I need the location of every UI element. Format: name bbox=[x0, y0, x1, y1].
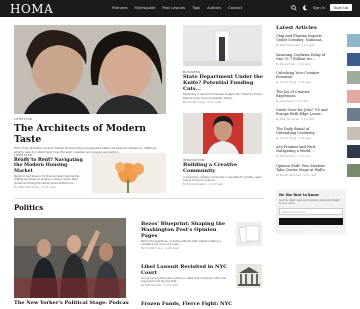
side-article-2-excerpt: A supportive creative community is essen… bbox=[183, 175, 262, 182]
latest-article-meta: By Nicolai Fernandez · 4 min read bbox=[276, 173, 317, 177]
latest-article-thumbnail[interactable] bbox=[347, 89, 360, 103]
side-article-1-title[interactable]: State Department Under the Knife? Potent… bbox=[183, 74, 263, 92]
politics-article-b-title[interactable]: Libel Lawsuit Revisited in NYC Court bbox=[141, 264, 231, 276]
side-article-2-image[interactable] bbox=[183, 113, 262, 154]
latest-article-meta: By Harriet Young · 4 min read bbox=[276, 136, 312, 140]
nav-item-authors[interactable]: Authors bbox=[207, 6, 221, 10]
latest-article-item[interactable]: Samsung Confirms Delay of One UI 7 Rollo… bbox=[276, 52, 360, 68]
site-logo[interactable]: HOMA bbox=[10, 2, 53, 16]
newsletter-email-placeholder: Enter email address bbox=[282, 210, 306, 214]
hero-title[interactable]: The Architects of Modern Taste bbox=[14, 123, 166, 145]
top-nav-bar: HOMA Features Stylesguide Post Layouts T… bbox=[0, 0, 360, 17]
latest-article-thumbnail[interactable] bbox=[347, 126, 360, 140]
sign-in-link[interactable]: Sign in bbox=[313, 6, 325, 10]
latest-articles-heading: Latest Articles bbox=[276, 25, 317, 31]
politics-article-b: Libel Lawsuit Revisited in NYC Court A l… bbox=[141, 264, 231, 287]
small-article-image[interactable] bbox=[92, 153, 166, 193]
side-article-1-meta: By Harriet Young · 4 min read bbox=[183, 100, 222, 104]
latest-article-thumbnail[interactable] bbox=[347, 145, 360, 158]
side-article-2-title[interactable]: Building a Creative Community bbox=[183, 162, 263, 175]
small-article-category[interactable]: LIFESTYLE bbox=[14, 153, 86, 157]
politics-heading: Politics bbox=[14, 203, 44, 212]
politics-article-a-meta: By Harriet Young · 4 min read bbox=[141, 247, 180, 251]
politics-crowd-image bbox=[14, 218, 126, 298]
latest-article-meta: By Rita Ramirez · 3 min read bbox=[276, 62, 311, 66]
side-article-2: INNOVATION Building a Creative Community… bbox=[183, 158, 263, 186]
latest-article-item[interactable]: Opinion Shift: Few Markets Take Center S… bbox=[276, 163, 360, 179]
politics-article-b-meta: By Rita Ramirez · 5 min read bbox=[141, 284, 179, 288]
nav-item-contact[interactable]: Contact bbox=[228, 6, 242, 10]
orange-flowers-image bbox=[92, 153, 166, 193]
latest-article-thumbnail[interactable] bbox=[347, 52, 360, 66]
latest-article-meta: By Rita Ramirez · 5 min read bbox=[276, 155, 311, 158]
politics-article-a-image[interactable] bbox=[236, 222, 262, 246]
newsletter-box: Be the first to know Get the latest news… bbox=[276, 190, 346, 234]
hero-photo-illustration bbox=[14, 25, 166, 114]
documents-image bbox=[236, 222, 262, 246]
hero-image[interactable] bbox=[14, 25, 166, 114]
newsletter-email-input[interactable]: Enter email address bbox=[279, 208, 343, 215]
latest-article-item[interactable]: Unlocking Your Creative Potential By Harr… bbox=[276, 71, 360, 86]
latest-article-meta: By Harriet Young · 4 min read bbox=[276, 81, 312, 84]
politics-article-a-title[interactable]: Bezos' Blueprint: Shaping the Washington… bbox=[141, 221, 231, 239]
latest-article-item[interactable]: Gusto Gone for Jobs? US and Europe Both … bbox=[276, 108, 360, 123]
nav-item-post-layouts[interactable]: Post Layouts bbox=[162, 6, 185, 10]
search-icon[interactable] bbox=[291, 4, 297, 11]
latest-article-item[interactable]: The Daily Ritual of Unleashing Creativit… bbox=[276, 126, 360, 142]
latest-article-item[interactable]: AI's Promise and Peril: Navigating a Wor… bbox=[276, 145, 360, 160]
header-actions: Sign in Sign Up bbox=[291, 4, 352, 11]
latest-article-title[interactable]: AI's Promise and Peril: Navigating a Wor… bbox=[276, 145, 330, 153]
latest-article-title[interactable]: Samsung Confirms Delay of One UI 7 Rollo… bbox=[276, 53, 330, 61]
sign-up-button[interactable]: Sign Up bbox=[330, 4, 352, 11]
latest-article-thumbnail[interactable] bbox=[347, 71, 360, 84]
nav-item-tags[interactable]: Tags bbox=[192, 6, 200, 10]
section-divider bbox=[14, 198, 264, 199]
small-article-title[interactable]: Ready to Rent? Navigating the Modern Hou… bbox=[14, 158, 86, 174]
politics-article-b-excerpt: A long-running libel case is back in a N… bbox=[141, 277, 226, 284]
politics-article-b-image[interactable] bbox=[236, 264, 262, 288]
latest-article-title[interactable]: Gusto Gone for Jobs? US and Europe Both … bbox=[276, 108, 330, 116]
main-nav: Features Stylesguide Post Layouts Tags A… bbox=[112, 6, 242, 10]
side-article-1-excerpt: Diplomacy in demand? Proposed budget cut… bbox=[183, 93, 262, 100]
moon-icon[interactable] bbox=[302, 4, 308, 11]
latest-article-title[interactable]: The Daily Ritual of Unleashing Creativit… bbox=[276, 127, 330, 135]
portrait-red-background-image bbox=[183, 113, 262, 154]
politics-article-c-title[interactable]: The New Yorker's Political Stage: Podcas… bbox=[14, 300, 129, 306]
subscribe-button-label: Subscribe bbox=[304, 231, 318, 234]
latest-articles-sidebar: Latest Articles bbox=[276, 25, 346, 31]
latest-article-item[interactable]: The Joy of Creative Expression By Lola Ri… bbox=[276, 89, 360, 105]
latest-article-title[interactable]: The Joy of Creative Expression bbox=[276, 90, 330, 98]
newsletter-text: Get the latest news and updates delivere… bbox=[279, 199, 340, 205]
latest-article-title[interactable]: Chip and Pharma Imports Under Scrutiny: … bbox=[276, 34, 330, 42]
building-architecture-image bbox=[183, 25, 262, 66]
politics-article-a-excerpt: Behind the headlines, a pivotal editoria… bbox=[141, 240, 221, 247]
side-article-2-meta: By Nicolai Preston · 6 min read bbox=[183, 183, 223, 186]
latest-article-meta: By Peter Fernandez · 5 min read bbox=[276, 118, 315, 121]
small-article-excerpt: Ready to rent ahead of a financial leap?… bbox=[14, 175, 80, 185]
latest-article-title[interactable]: Unlocking Your Creative Potential bbox=[276, 71, 330, 79]
politics-article-d-title[interactable]: Frozen Funds, Fierce Fight: NYC bbox=[141, 301, 261, 307]
nav-item-features[interactable]: Features bbox=[112, 6, 127, 10]
hero-category[interactable]: LIFESTYLE bbox=[14, 117, 166, 121]
latest-article-item[interactable]: Chip and Pharma Imports Under Scrutiny: … bbox=[276, 34, 360, 49]
latest-article-thumbnail[interactable] bbox=[347, 108, 360, 121]
newsletter-title: Be the first to know bbox=[279, 193, 319, 197]
nav-item-stylesguide[interactable]: Stylesguide bbox=[134, 6, 155, 10]
latest-article-meta: By Lola Rivera · 5 min read bbox=[276, 99, 309, 103]
small-article-meta: By Peter Fernandez · 5 min read bbox=[14, 185, 56, 189]
latest-article-thumbnail[interactable] bbox=[347, 163, 360, 177]
politics-article-a: Bezos' Blueprint: Shaping the Washington… bbox=[141, 221, 231, 250]
small-article: LIFESTYLE Ready to Rent? Navigating the … bbox=[14, 153, 86, 189]
politics-main-image[interactable] bbox=[14, 218, 126, 298]
subscribe-button[interactable]: Subscribe bbox=[279, 218, 343, 234]
courthouse-image bbox=[236, 264, 262, 288]
latest-article-meta: By Peter Fernandez · 5 min read bbox=[276, 44, 315, 47]
latest-articles-list: Chip and Pharma Imports Under Scrutiny: … bbox=[276, 34, 360, 184]
latest-article-title[interactable]: Opinion Shift: Few Markets Take Center S… bbox=[276, 164, 330, 172]
latest-article-thumbnail[interactable] bbox=[347, 34, 360, 47]
side-article-1-image[interactable] bbox=[183, 25, 262, 66]
side-article-1: BUSINESS State Department Under the Knif… bbox=[183, 70, 263, 104]
